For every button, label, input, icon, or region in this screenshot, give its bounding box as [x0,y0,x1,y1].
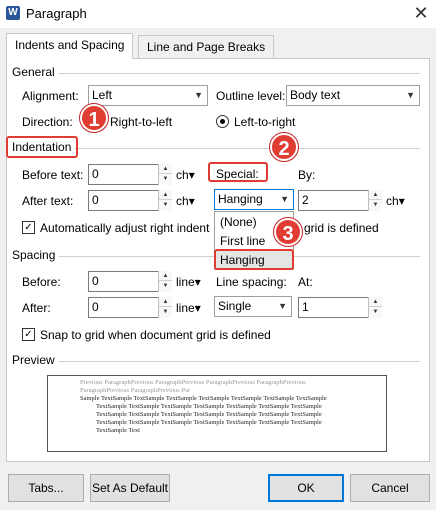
auto-adjust-label: Automatically adjust right indent [40,221,210,235]
unit-label: line [176,275,195,289]
at-label: At: [298,275,313,289]
unit-chevron-icon: ▾ [188,194,195,208]
preview-sample-line: TextSample TextSample TextSample TextSam… [96,411,322,418]
spin-up-icon[interactable]: ▲ [369,297,382,307]
at-value: 1 [302,300,309,314]
chevron-down-icon: ▼ [194,90,203,100]
indentation-highlight-box [6,136,78,158]
radio-selected-dot [220,119,225,124]
ltr-label: Left-to-right [234,115,296,129]
spacing-before-spinner[interactable]: ▲ ▼ [158,271,172,292]
by-spinner[interactable]: ▲ ▼ [368,190,382,211]
ltr-radio[interactable] [216,115,229,128]
special-value: Hanging [218,192,263,206]
spin-up-icon[interactable]: ▲ [159,271,172,281]
alignment-value: Left [92,88,113,102]
by-value: 2 [302,193,309,207]
line-spacing-select[interactable]: Single ▼ [214,296,292,317]
spin-down-icon[interactable]: ▼ [369,200,382,210]
unit-chevron-icon: ▾ [194,275,201,289]
spacing-after-spinner[interactable]: ▲ ▼ [158,297,172,318]
unit-chevron-icon: ▾ [398,194,405,208]
spacing-after-value: 0 [92,300,99,314]
preview-heading: Preview [12,353,59,367]
alignment-select[interactable]: Left ▼ [88,85,208,106]
after-text-label: After text: [22,194,74,208]
special-highlight-box [208,162,268,182]
cancel-button[interactable]: Cancel [350,474,430,502]
after-text-spinner[interactable]: ▲ ▼ [158,190,172,211]
preview-sample-line: TextSample TextSample TextSample TextSam… [96,419,322,426]
dialog-title: Paragraph [26,6,87,21]
set-as-default-button[interactable]: Set As Default [90,474,170,502]
before-text-value: 0 [92,167,99,181]
direction-label: Direction: [22,115,73,129]
preview-sample-line: TextSample Text [96,427,140,434]
spin-up-icon[interactable]: ▲ [159,190,172,200]
spacing-before-unit[interactable]: line▾ [176,274,201,290]
tab-indents-and-spacing[interactable]: Indents and Spacing [6,33,134,59]
before-text-label: Before text: [22,168,84,182]
close-icon[interactable]: ✕ [410,2,432,24]
spacing-before-value: 0 [92,274,99,288]
tab-line-and-page-breaks[interactable]: Line and Page Breaks [138,35,275,59]
preview-prev-line: ParagraphPrevious ParagraphPrevious Par [80,387,191,394]
chevron-down-icon: ▼ [280,194,289,204]
by-label: By: [298,168,316,182]
spacing-after-unit[interactable]: line▾ [176,300,201,316]
unit-label: line [176,301,195,315]
unit-label: ch [176,194,189,208]
preview-prev-line: Previous ParagraphPrevious ParagraphPrev… [80,379,306,386]
snap-to-grid-checkbox[interactable]: ✓ [22,328,35,341]
title-bar: W Paragraph ✕ [0,0,436,28]
before-text-spinner[interactable]: ▲ ▼ [158,164,172,185]
word-app-icon: W [6,6,20,20]
general-heading: General [12,65,59,79]
outline-level-value: Body text [290,88,341,102]
preview-box: Previous ParagraphPrevious ParagraphPrev… [47,375,387,452]
spacing-after-label: After: [22,301,51,315]
hanging-highlight-box [214,249,294,270]
tabs-button[interactable]: Tabs... [8,474,84,502]
step-marker-2: 2 [270,133,298,161]
spin-down-icon[interactable]: ▼ [159,307,172,317]
preview-sample-line: TextSample TextSample TextSample TextSam… [96,403,322,410]
preview-divider [12,361,420,362]
spin-up-icon[interactable]: ▲ [159,164,172,174]
spin-down-icon[interactable]: ▼ [369,307,382,317]
by-unit[interactable]: ch▾ [386,193,405,209]
preview-sample-line: Sample TextSample TextSample TextSample … [80,395,327,402]
chevron-down-icon: ▼ [278,301,287,311]
spin-up-icon[interactable]: ▲ [159,297,172,307]
special-select[interactable]: Hanging ▼ [214,189,294,210]
general-divider [12,73,420,74]
auto-adjust-label-tail: grid is defined [304,221,379,235]
step-marker-3: 3 [274,218,302,246]
unit-label: ch [176,168,189,182]
unit-label: ch [386,194,399,208]
before-text-unit[interactable]: ch▾ [176,167,195,183]
at-spinner[interactable]: ▲ ▼ [368,297,382,318]
outline-level-select[interactable]: Body text ▼ [286,85,420,106]
spacing-heading: Spacing [12,248,60,262]
step-marker-1: 1 [80,104,108,132]
spin-down-icon[interactable]: ▼ [159,174,172,184]
chevron-down-icon: ▼ [406,90,415,100]
after-text-value: 0 [92,193,99,207]
line-spacing-label: Line spacing: [216,275,287,289]
unit-chevron-icon: ▾ [188,168,195,182]
auto-adjust-checkbox[interactable]: ✓ [22,221,35,234]
outline-level-label: Outline level: [216,89,286,103]
line-spacing-value: Single [218,299,252,313]
ok-button[interactable]: OK [268,474,344,502]
after-text-unit[interactable]: ch▾ [176,193,195,209]
rtl-label: Right-to-left [110,115,173,129]
spacing-before-label: Before: [22,275,61,289]
snap-to-grid-label: Snap to grid when document grid is defin… [40,328,271,342]
alignment-label: Alignment: [22,89,79,103]
spin-down-icon[interactable]: ▼ [159,200,172,210]
spin-up-icon[interactable]: ▲ [369,190,382,200]
spin-down-icon[interactable]: ▼ [159,281,172,291]
unit-chevron-icon: ▾ [194,301,201,315]
